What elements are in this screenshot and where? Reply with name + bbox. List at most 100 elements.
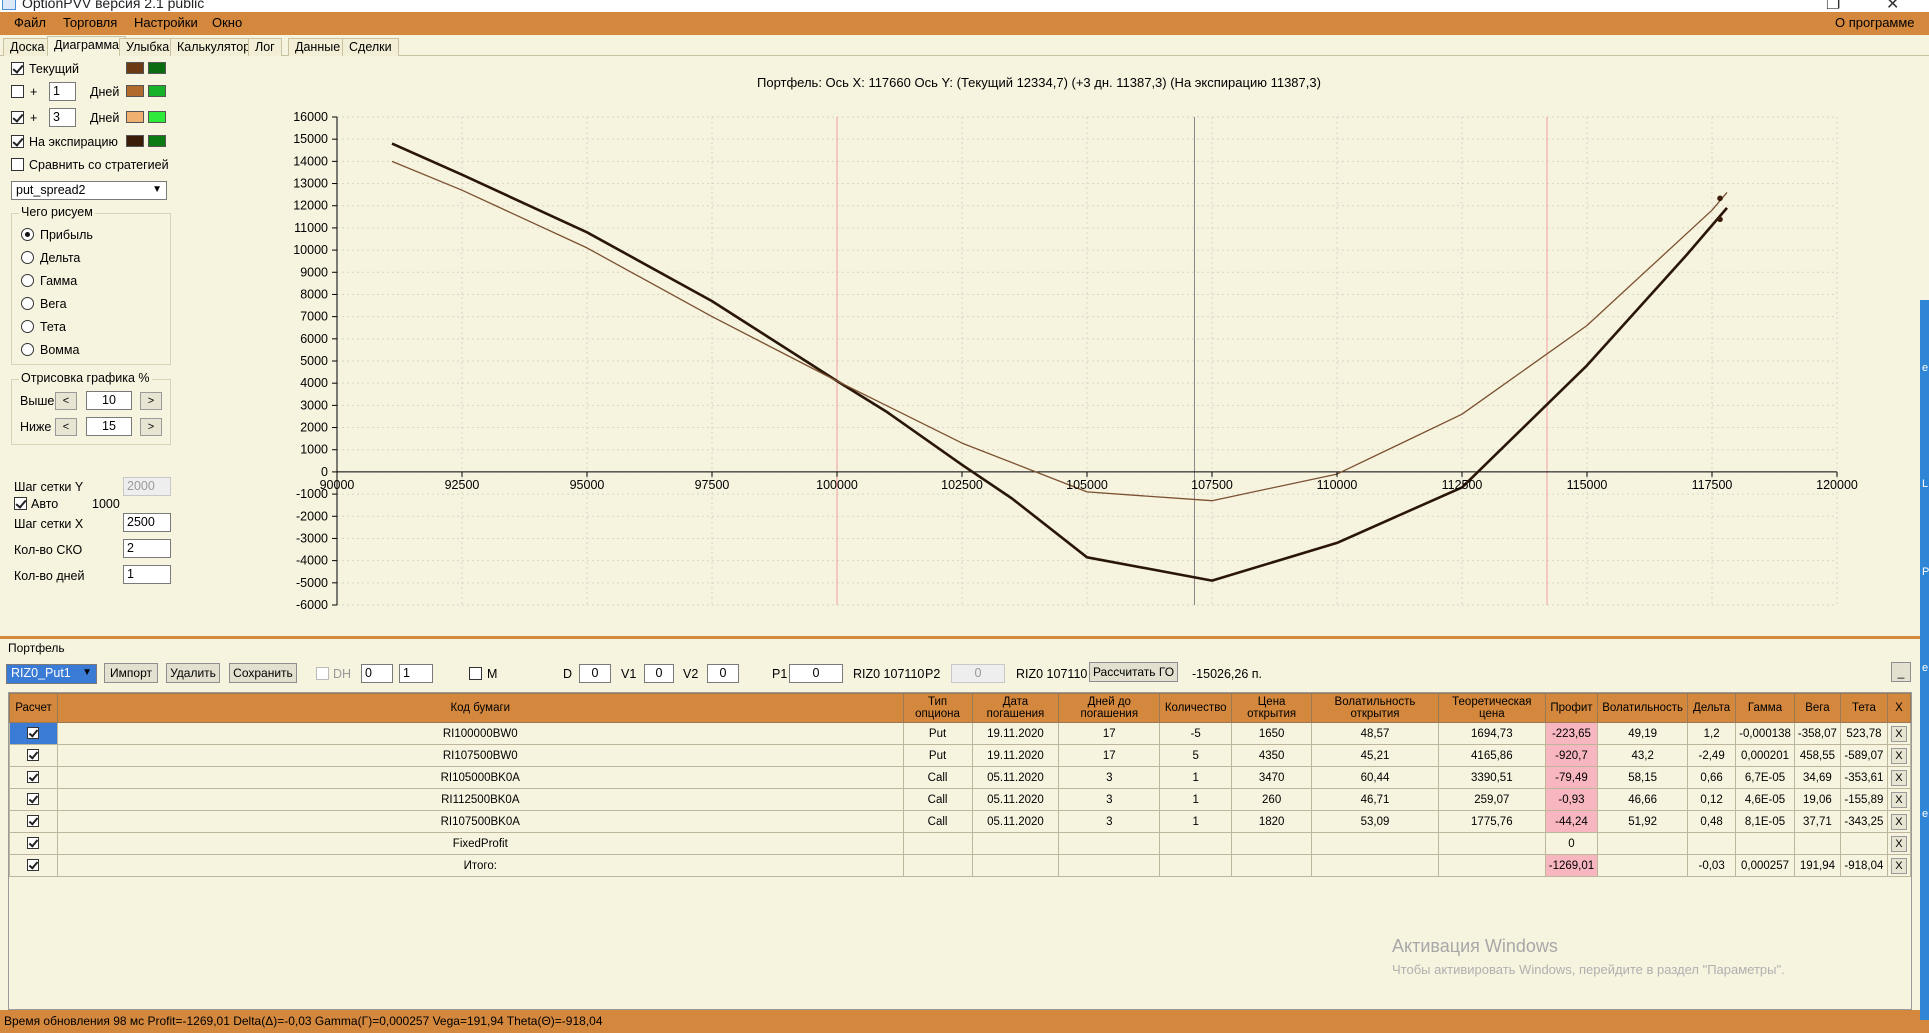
p1-input[interactable]: 0 xyxy=(789,664,843,683)
dh-spin-2[interactable]: 1 xyxy=(399,664,433,683)
row-calc-cell[interactable] xyxy=(9,744,58,767)
remove-row-button[interactable]: X xyxy=(1890,769,1907,786)
y-tick-label: 1000 xyxy=(300,443,328,457)
table-cell: RI107500BK0A xyxy=(56,810,904,833)
col-header-profit[interactable]: Профит xyxy=(1544,693,1599,723)
y-tick-label: 11000 xyxy=(294,221,328,235)
dh-spin-1[interactable]: 0 xyxy=(361,664,393,683)
calculate-go-button[interactable]: Рассчитать ГО xyxy=(1089,662,1178,682)
table-row[interactable]: RI100000BW0 Put 19.11.2020 17 -5 1650 48,57 169… xyxy=(9,722,1912,745)
row-calc-cell[interactable] xyxy=(9,854,58,877)
col-header-code[interactable]: Код бумаги xyxy=(56,693,904,723)
status-text: Время обновления 98 мс Profit=-1269,01 D… xyxy=(4,1014,603,1028)
row-calc-checkbox[interactable] xyxy=(27,771,40,784)
y-tick-label: 15000 xyxy=(293,132,328,146)
v2-label: V2 xyxy=(683,667,699,681)
col-header-delta[interactable]: Дельта xyxy=(1687,693,1737,723)
x-tick-label: 117500 xyxy=(1692,478,1733,492)
table-cell: 3 xyxy=(1058,788,1161,811)
row-calc-cell[interactable] xyxy=(9,722,58,745)
remove-row-button[interactable]: X xyxy=(1890,813,1907,830)
row-calc-cell[interactable] xyxy=(9,788,58,811)
import-button[interactable]: Импорт xyxy=(104,663,158,683)
table-cell: Call xyxy=(902,810,973,833)
portfolio-select-value: RIZ0_Put1 xyxy=(11,666,71,680)
col-header-calc[interactable]: Расчет xyxy=(9,693,58,723)
table-cell: Put xyxy=(902,722,973,745)
table-cell: 1 xyxy=(1159,766,1233,789)
table-cell: -5 xyxy=(1159,722,1233,745)
profit-chart[interactable]: 1600015000140001300012000110001000090008… xyxy=(0,0,1929,640)
table-cell: -223,65 xyxy=(1544,722,1599,745)
col-header-type[interactable]: Тип опциона xyxy=(902,693,973,723)
remove-row-button[interactable]: X xyxy=(1890,835,1907,852)
table-cell: 19.11.2020 xyxy=(971,722,1060,745)
table-header-row: Расчет Код бумаги Тип опциона Дата погаш… xyxy=(9,693,1912,723)
row-calc-checkbox[interactable] xyxy=(27,793,40,806)
y-tick-label: 13000 xyxy=(293,177,328,191)
table-cell: -920,7 xyxy=(1544,744,1599,767)
table-cell: -589,07 xyxy=(1839,744,1888,767)
table-row[interactable]: RI107500BW0 Put 19.11.2020 17 5 4350 45,21 4165… xyxy=(9,744,1912,767)
p2-input[interactable]: 0 xyxy=(951,664,1005,683)
table-row[interactable]: RI107500BK0A Call 05.11.2020 3 1 1820 53,09 177… xyxy=(9,810,1912,833)
profit-series-line xyxy=(391,142,1728,582)
table-cell: 53,09 xyxy=(1311,810,1439,833)
remove-row-button[interactable]: X xyxy=(1890,857,1907,874)
row-calc-checkbox[interactable] xyxy=(27,859,40,872)
v2-input[interactable]: 0 xyxy=(707,664,739,683)
table-row[interactable]: RI112500BK0A Call 05.11.2020 3 1 260 46,71 259,… xyxy=(9,788,1912,811)
dh-checkbox[interactable] xyxy=(316,667,329,680)
table-cell xyxy=(971,832,1060,855)
row-calc-cell[interactable] xyxy=(9,766,58,789)
remove-row-button[interactable]: X xyxy=(1890,747,1907,764)
row-calc-checkbox[interactable] xyxy=(27,815,40,828)
table-cell: 4350 xyxy=(1231,744,1313,767)
table-cell: 0,48 xyxy=(1687,810,1737,833)
row-remove-cell: X xyxy=(1886,832,1912,855)
col-header-expiry[interactable]: Дата погашения xyxy=(971,693,1060,723)
table-cell xyxy=(1311,854,1439,877)
table-row[interactable]: Итого: -1269,01 -0,03 0,000257 191,94 -918,04… xyxy=(9,854,1912,877)
col-header-theta[interactable]: Тета xyxy=(1839,693,1888,723)
x-tick-label: 90000 xyxy=(320,478,355,492)
d-input[interactable]: 0 xyxy=(579,664,611,683)
table-row[interactable]: FixedProfit 0 X xyxy=(9,832,1912,855)
col-header-open-price[interactable]: Цена открытия xyxy=(1231,693,1313,723)
table-cell: 1694,73 xyxy=(1437,722,1546,745)
table-cell: 34,69 xyxy=(1793,766,1841,789)
row-calc-cell[interactable] xyxy=(9,810,58,833)
col-header-vega[interactable]: Вега xyxy=(1793,693,1841,723)
table-cell: Call xyxy=(902,766,973,789)
col-header-gamma[interactable]: Гамма xyxy=(1735,693,1795,723)
col-header-volatility[interactable]: Волатильность xyxy=(1597,693,1689,723)
col-header-theo-price[interactable]: Теоретическая цена xyxy=(1437,693,1546,723)
col-header-remove[interactable]: X xyxy=(1886,693,1912,723)
riz-label-a: RIZ0 107110 xyxy=(853,667,925,681)
minimize-panel-button[interactable]: _ xyxy=(1891,662,1911,682)
table-cell: RI100000BW0 xyxy=(56,722,904,745)
row-calc-cell[interactable] xyxy=(9,832,58,855)
col-header-days-left[interactable]: Дней до погашения xyxy=(1058,693,1161,723)
col-header-quantity[interactable]: Количество xyxy=(1159,693,1233,723)
col-header-open-vol[interactable]: Волатильность открытия xyxy=(1311,693,1439,723)
portfolio-select[interactable]: RIZ0_Put1 ▼ xyxy=(6,664,97,684)
m-checkbox[interactable] xyxy=(469,667,482,680)
table-cell: -343,25 xyxy=(1839,810,1888,833)
cursor-point-marker xyxy=(1717,195,1723,202)
row-calc-checkbox[interactable] xyxy=(27,837,40,850)
row-calc-checkbox[interactable] xyxy=(27,749,40,762)
y-tick-label: 9000 xyxy=(300,265,328,279)
remove-row-button[interactable]: X xyxy=(1890,791,1907,808)
table-row[interactable]: RI105000BK0A Call 05.11.2020 3 1 3470 60,44 339… xyxy=(9,766,1912,789)
save-button[interactable]: Сохранить xyxy=(229,663,297,683)
delete-button[interactable]: Удалить xyxy=(166,663,220,683)
table-cell xyxy=(1437,854,1546,877)
x-tick-label: 95000 xyxy=(570,478,605,492)
table-cell: 05.11.2020 xyxy=(971,788,1060,811)
v1-input[interactable]: 0 xyxy=(644,664,674,683)
remove-row-button[interactable]: X xyxy=(1890,725,1907,742)
p1-label: P1 xyxy=(772,667,788,681)
row-calc-checkbox[interactable] xyxy=(27,727,40,740)
table-cell xyxy=(1231,854,1313,877)
